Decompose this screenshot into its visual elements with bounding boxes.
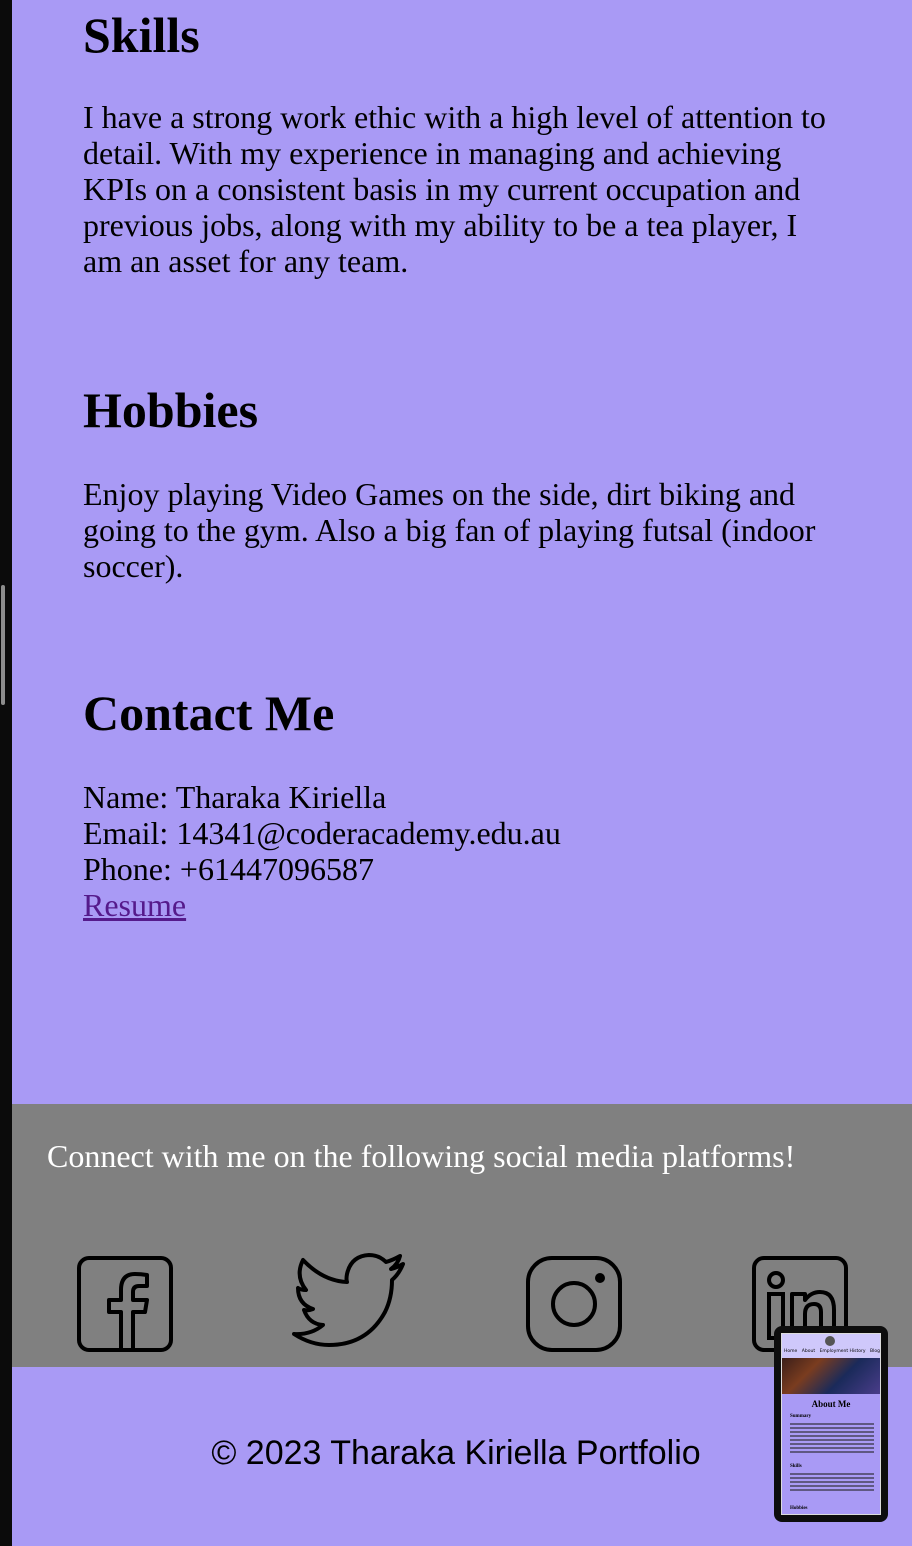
contact-name: Name: Tharaka Kiriella [83,779,387,815]
social-footer-text: Connect with me on the following social … [47,1138,796,1174]
page-preview-thumbnail[interactable]: Home About Employment History Blog About… [774,1326,888,1522]
page-frame: Skills I have a strong work ethic with a… [0,0,912,1546]
skills-text: I have a strong work ethic with a high l… [83,99,826,279]
twitter-icon[interactable] [291,1252,407,1352]
contact-heading: Contact Me [83,685,335,741]
preview-hero-image [782,1358,880,1394]
preview-nav-blog: Blog [870,1349,880,1354]
preview-summary-lines [790,1423,874,1455]
hobbies-text: Enjoy playing Video Games on the side, d… [83,476,816,584]
instagram-icon[interactable] [524,1254,624,1354]
facebook-icon[interactable] [75,1254,175,1354]
preview-hobbies-heading: Hobbies [790,1506,808,1511]
preview-nav-employment: Employment History [819,1349,866,1354]
resume-link[interactable]: Resume [83,887,186,923]
preview-skills-lines [790,1473,874,1493]
contact-email: Email: 14341@coderacademy.edu.au [83,815,561,851]
hobbies-heading: Hobbies [83,382,259,438]
preview-nav: Home About Employment History Blog [782,1334,880,1358]
preview-nav-links: Home About Employment History Blog [784,1349,880,1354]
preview-screen: Home About Employment History Blog About… [781,1333,881,1515]
preview-title: About Me [811,1399,851,1409]
skills-heading: Skills [83,7,200,63]
scrollbar-thumb[interactable] [1,585,5,705]
preview-skills-heading: Skills [790,1464,802,1469]
contact-phone: Phone: +61447096587 [83,851,374,887]
preview-summary-heading: Summary [790,1414,812,1419]
window-left-edge [0,0,12,1546]
preview-nav-about: About [801,1349,816,1354]
preview-logo-icon [825,1336,835,1346]
contact-details: Name: Tharaka Kiriella Email: 14341@code… [83,779,561,923]
preview-nav-home: Home [784,1349,798,1354]
